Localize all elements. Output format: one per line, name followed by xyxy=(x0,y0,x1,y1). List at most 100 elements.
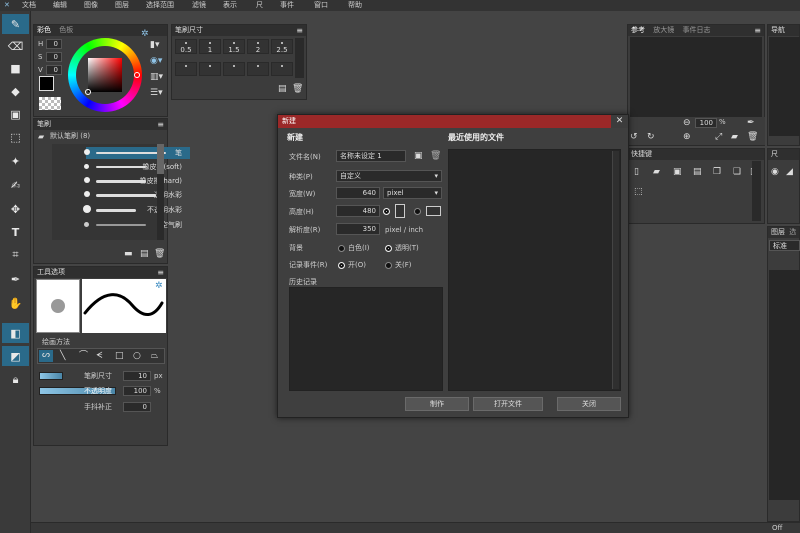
brush-settings-icon[interactable]: ✲ xyxy=(141,29,149,39)
color-menu-icon[interactable]: ☰▾ xyxy=(150,88,163,98)
duplicate-icon[interactable]: ▤ xyxy=(140,249,149,259)
fit-window-icon[interactable]: ⤢ xyxy=(715,132,722,142)
line-icon[interactable]: ╲ xyxy=(60,351,65,361)
zoom-out-icon[interactable]: ⊖ xyxy=(683,118,691,128)
eye-icon[interactable]: ◉ xyxy=(771,167,779,177)
brush-item-airbrush[interactable]: 空气刷 xyxy=(84,219,190,231)
brush-size-cell[interactable] xyxy=(175,62,197,76)
menu-window[interactable]: 窗口 xyxy=(314,0,328,11)
record-off-radio[interactable] xyxy=(385,262,392,269)
tab-swatches[interactable]: 色板 xyxy=(59,26,73,34)
menu-file[interactable]: 文档 xyxy=(22,0,36,11)
trash-icon[interactable]: 🗑︎ xyxy=(430,151,441,161)
curve-icon[interactable]: ⌒ xyxy=(79,351,88,361)
eyedropper-tool-icon[interactable]: ✒ xyxy=(2,269,29,289)
navigator-canvas[interactable] xyxy=(769,37,800,136)
brush-list-scrollbar[interactable] xyxy=(157,144,164,240)
unit-select[interactable]: pixel ▾ xyxy=(383,187,442,199)
zoom-input[interactable]: 100 xyxy=(695,118,717,128)
recent-files-scrollbar[interactable] xyxy=(612,151,619,389)
ellipse-shape-icon[interactable]: ○ xyxy=(133,351,141,361)
color-mode-bar-icon[interactable]: ▮▾ xyxy=(150,40,159,50)
recent-files-list[interactable] xyxy=(448,149,621,391)
layer-tab-extra[interactable]: 选 xyxy=(789,228,796,236)
app-logo-icon[interactable]: ✕ xyxy=(4,0,10,11)
menu-ruler[interactable]: 尺 xyxy=(256,0,263,11)
shortcut-scrollbar[interactable] xyxy=(752,161,761,221)
select-pen-tool-icon[interactable]: ✍ xyxy=(2,175,29,195)
rotate-right-icon[interactable]: ↻ xyxy=(647,132,655,142)
create-button[interactable]: 制作 xyxy=(405,397,469,411)
transparent-color-swatch[interactable] xyxy=(39,97,61,110)
brush-size-cell[interactable] xyxy=(247,62,269,76)
trash-icon[interactable]: 🗑︎ xyxy=(292,84,303,94)
panel-menu-icon[interactable]: ≡ xyxy=(157,267,164,278)
move-tool-icon[interactable]: ✥ xyxy=(2,199,29,219)
brush-size-cell[interactable] xyxy=(223,62,245,76)
brush-settings-icon[interactable]: ✲ xyxy=(155,281,163,291)
layer-list[interactable] xyxy=(769,270,800,500)
color-mode-slider-icon[interactable]: ▥▾ xyxy=(150,72,163,82)
height-input[interactable]: 480 xyxy=(336,205,380,217)
fill-bucket-tool-icon[interactable]: ◆ xyxy=(2,81,29,101)
color-mode-wheel-icon[interactable]: ◉▾ xyxy=(150,56,162,66)
menu-filter[interactable]: 滤镜 xyxy=(192,0,206,11)
width-input[interactable]: 640 xyxy=(336,187,380,199)
text-tool-icon[interactable]: T xyxy=(2,222,29,242)
record-on-label[interactable]: 开(O) xyxy=(348,260,366,271)
primary-color-swatch[interactable] xyxy=(39,76,54,91)
filename-input[interactable]: 名称未设定 1 xyxy=(336,150,406,162)
tab-magnifier[interactable]: 放大镜 xyxy=(653,26,674,34)
trash-icon[interactable]: 🗑︎ xyxy=(747,132,758,142)
open-file-button[interactable]: 打开文件 xyxy=(473,397,543,411)
dialog-close-button[interactable]: ✕ xyxy=(611,115,628,128)
paste-icon[interactable]: ❏ xyxy=(733,167,741,177)
panel-menu-icon[interactable]: ≡ xyxy=(754,25,761,36)
color-wheel[interactable] xyxy=(68,38,142,112)
brush-size-cell[interactable]: 0.5 xyxy=(175,39,197,54)
brush-size-cell[interactable] xyxy=(199,62,221,76)
polygon-shape-icon[interactable]: ⏢ xyxy=(151,351,158,361)
brush-item-watercolor[interactable]: 透明水彩 xyxy=(84,189,190,201)
brush-item-soft-eraser[interactable]: 橡皮擦(soft) xyxy=(84,161,190,173)
lock-icon[interactable]: 🔒︎ xyxy=(2,370,29,390)
tab-reference[interactable]: 参考 xyxy=(631,26,645,34)
menu-edit[interactable]: 编辑 xyxy=(53,0,67,11)
tab-event-log[interactable]: 事件日志 xyxy=(682,26,710,34)
eraser-tool-icon[interactable]: ⌫ xyxy=(2,36,29,56)
brush-item-opaque-watercolor[interactable]: 不透明水彩 xyxy=(83,204,190,216)
rectangle-shape-icon[interactable]: □ xyxy=(115,351,124,361)
history-list[interactable] xyxy=(289,287,443,391)
hue-input[interactable]: 0 xyxy=(46,39,62,49)
panel-menu-icon[interactable]: ≡ xyxy=(296,25,303,36)
panel-menu-icon[interactable]: ≡ xyxy=(157,119,164,130)
filename-reset-icon[interactable]: ▣ xyxy=(414,151,423,161)
layer-mask-icon[interactable]: ◧ xyxy=(2,323,29,343)
brush-size-cell[interactable]: 1.5 xyxy=(223,39,245,54)
brush-size-cell[interactable]: 2.5 xyxy=(271,39,293,54)
stabilizer-input[interactable]: 0 xyxy=(123,402,151,412)
folder-open-icon[interactable]: ▰ xyxy=(731,132,738,142)
record-on-radio[interactable] xyxy=(338,262,345,269)
tab-color[interactable]: 彩色 xyxy=(37,26,51,34)
record-off-label[interactable]: 关(F) xyxy=(395,260,412,271)
opacity-input[interactable]: 100 xyxy=(123,386,151,396)
menu-image[interactable]: 图像 xyxy=(84,0,98,11)
brush-size-cell[interactable]: 2 xyxy=(247,39,269,54)
portrait-radio[interactable] xyxy=(383,208,390,215)
menu-layer[interactable]: 图层 xyxy=(115,0,129,11)
menu-select[interactable]: 选择范围 xyxy=(146,0,174,11)
save-icon[interactable]: ▣ xyxy=(673,167,682,177)
zoom-in-icon[interactable]: ⊕ xyxy=(683,132,691,142)
hand-tool-icon[interactable]: ✋ xyxy=(2,293,29,313)
blend-mode-select[interactable]: 标准 xyxy=(769,240,800,251)
brush-item-hard-eraser[interactable]: 橡皮擦(hard) xyxy=(84,175,190,187)
pen-tool-icon[interactable]: ✎ xyxy=(2,14,29,34)
value-input[interactable]: 0 xyxy=(46,65,62,75)
dialog-title-bar[interactable]: 新建 xyxy=(278,115,628,128)
background-transparent-radio[interactable] xyxy=(385,245,392,252)
trash-icon[interactable]: 🗑︎ xyxy=(154,249,165,259)
resolution-input[interactable]: 350 xyxy=(336,223,380,235)
crop-tool-icon[interactable]: ⌗ xyxy=(2,245,29,265)
marquee-tool-icon[interactable]: ⬚ xyxy=(2,127,29,147)
